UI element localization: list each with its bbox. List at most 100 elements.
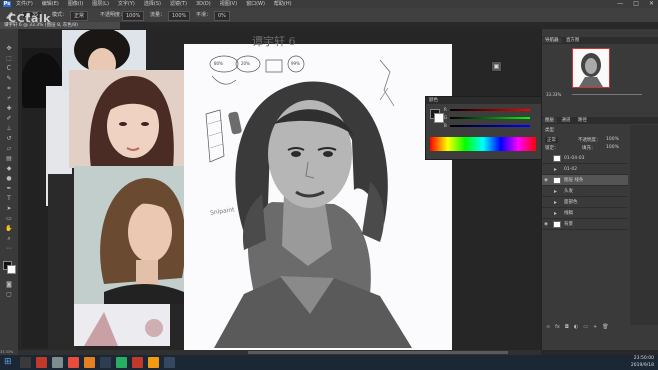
eyedropper-tool-icon[interactable]: ⌿ xyxy=(5,95,13,102)
sketch-note-2: 20% xyxy=(241,61,250,66)
healing-tool-icon[interactable]: ✚ xyxy=(5,105,13,112)
move-tool-icon[interactable]: ✥ xyxy=(5,45,13,52)
layer-item[interactable]: ◉ 背景 xyxy=(542,219,628,230)
artboard[interactable]: Snipaint 80% 20% 99% xyxy=(184,44,452,350)
brush-tool-icon[interactable]: ✐ xyxy=(5,115,13,122)
more-tools-icon[interactable]: ⋯ xyxy=(5,245,13,252)
layer-item[interactable]: ▸ 线稿 xyxy=(542,208,628,219)
layer-name: 01-04-03 xyxy=(564,156,585,161)
stamp-tool-icon[interactable]: ⊥ xyxy=(5,125,13,132)
menu-file[interactable]: 文件(F) xyxy=(16,0,33,8)
taskbar-app-1[interactable] xyxy=(20,357,31,368)
menu-select[interactable]: 选择(S) xyxy=(144,0,161,8)
layer-opacity-label: 不透明度： xyxy=(578,138,601,143)
gradient-tool-icon[interactable]: ▤ xyxy=(5,155,13,162)
taskbar-app-4[interactable] xyxy=(68,357,79,368)
menu-type[interactable]: 文字(Y) xyxy=(118,0,135,8)
flow-input[interactable]: 100% xyxy=(168,11,191,21)
trash-icon[interactable]: 🗑 xyxy=(602,324,608,332)
menu-image[interactable]: 图像(I) xyxy=(68,0,83,8)
taskbar-app-7[interactable] xyxy=(116,357,127,368)
taskbar-app-5[interactable] xyxy=(84,357,95,368)
layer-opacity-value[interactable]: 100% xyxy=(606,137,619,142)
zoom-tool-icon[interactable]: ⌕ xyxy=(5,235,13,242)
taskbar-app-8[interactable] xyxy=(132,357,143,368)
history-brush-icon[interactable]: ↺ xyxy=(5,135,13,142)
layer-item-active[interactable]: ◉ 图层 线条 xyxy=(542,175,628,186)
tab-paths[interactable]: 路径 xyxy=(575,118,590,123)
new-layer-icon[interactable]: + xyxy=(593,324,597,332)
lasso-tool-icon[interactable]: ᑕ xyxy=(5,65,13,72)
scrollbar-thumb[interactable] xyxy=(248,351,508,354)
pen-tool-icon[interactable]: ✒ xyxy=(5,185,13,192)
layer-item[interactable]: ▸ 面部色 xyxy=(542,197,628,208)
navigator-thumbnail[interactable] xyxy=(572,48,610,88)
color-panel: 颜色 R G B xyxy=(425,96,542,160)
tab-navigator[interactable]: 导航器 xyxy=(542,38,562,43)
fx-icon[interactable]: fx xyxy=(555,324,560,332)
crop-tool-icon[interactable]: ⌗ xyxy=(5,85,13,92)
background-color-swatch[interactable] xyxy=(7,265,16,274)
group-icon[interactable]: ▭ xyxy=(583,324,588,332)
color-spectrum-bar[interactable] xyxy=(430,137,536,151)
taskbar-app-9[interactable] xyxy=(148,357,159,368)
layer-item[interactable]: 01-04-03 xyxy=(542,153,628,164)
dodge-tool-icon[interactable]: ● xyxy=(5,175,13,182)
layer-name: 面部色 xyxy=(564,200,578,205)
screen-mode-icon[interactable]: ▢ xyxy=(5,291,13,298)
slider-g-track[interactable] xyxy=(450,117,530,119)
menu-help[interactable]: 帮助(H) xyxy=(274,0,292,8)
menu-3d[interactable]: 3D(D) xyxy=(196,0,211,8)
eye-icon[interactable]: ◉ xyxy=(544,219,550,230)
menu-filter[interactable]: 滤镜(T) xyxy=(170,0,187,8)
mask-icon[interactable]: ◘ xyxy=(565,324,569,332)
smooth-input[interactable]: 0% xyxy=(214,11,230,21)
navigator-zoom-slider[interactable] xyxy=(572,94,642,95)
minimize-button[interactable]: — xyxy=(617,0,623,8)
layer-lock-label: 锁定： xyxy=(545,146,559,151)
layer-fill-value[interactable]: 100% xyxy=(606,145,619,150)
close-button[interactable]: ✕ xyxy=(649,0,654,8)
eraser-tool-icon[interactable]: ▱ xyxy=(5,145,13,152)
layers-footer: ∞ fx ◘ ◐ ▭ + 🗑 xyxy=(546,324,628,332)
eye-icon[interactable]: ◉ xyxy=(544,175,550,186)
color-panel-background-swatch[interactable] xyxy=(434,113,444,123)
floating-panel-icon-1[interactable]: ▣ xyxy=(491,61,502,72)
slider-b-track[interactable] xyxy=(450,125,530,127)
quick-mask-icon[interactable]: ◙ xyxy=(5,281,13,288)
maximize-button[interactable]: □ xyxy=(633,0,639,8)
flow-label: 流量： xyxy=(150,12,166,18)
adjustment-icon[interactable]: ◐ xyxy=(574,324,578,332)
taskbar-app-6[interactable] xyxy=(100,357,111,368)
quick-select-tool-icon[interactable]: ✎ xyxy=(5,75,13,82)
taskbar-app-3[interactable] xyxy=(52,357,63,368)
tab-channels[interactable]: 通道 xyxy=(558,118,573,123)
taskbar-time: 23:50:00 xyxy=(633,356,654,361)
slider-r-track[interactable] xyxy=(450,109,530,111)
layer-item[interactable]: ▸ 头发 xyxy=(542,186,628,197)
layer-name: 头发 xyxy=(564,189,573,194)
taskbar-app-10[interactable] xyxy=(164,357,175,368)
layer-item[interactable]: ▸ 01-02 xyxy=(542,164,628,175)
type-tool-icon[interactable]: T xyxy=(5,195,13,202)
link-layers-icon[interactable]: ∞ xyxy=(546,324,550,332)
blur-tool-icon[interactable]: ◆ xyxy=(5,165,13,172)
shape-tool-icon[interactable]: ▭ xyxy=(5,215,13,222)
layer-name: 线稿 xyxy=(564,211,573,216)
opacity-input[interactable]: 100% xyxy=(122,11,145,21)
menu-view[interactable]: 视图(V) xyxy=(220,0,237,8)
taskbar-app-2[interactable] xyxy=(36,357,47,368)
menu-layer[interactable]: 图层(L) xyxy=(92,0,109,8)
marquee-tool-icon[interactable]: ⬚ xyxy=(5,55,13,62)
mode-select[interactable]: 正常 xyxy=(70,11,89,21)
layer-blend-mode[interactable]: 正常 xyxy=(545,137,558,143)
layer-kind-filter[interactable]: 类型 xyxy=(545,127,554,133)
path-select-icon[interactable]: ➤ xyxy=(5,205,13,212)
windows-start-icon[interactable]: ⊞ xyxy=(4,357,15,368)
hand-tool-icon[interactable]: ✋ xyxy=(5,225,13,232)
tab-histogram[interactable]: 直方图 xyxy=(563,38,583,43)
tab-layers[interactable]: 图层 xyxy=(542,118,557,123)
menu-edit[interactable]: 编辑(E) xyxy=(42,0,59,8)
navigator-zoom[interactable]: 33.33% xyxy=(546,92,561,97)
menu-window[interactable]: 窗口(W) xyxy=(246,0,265,8)
